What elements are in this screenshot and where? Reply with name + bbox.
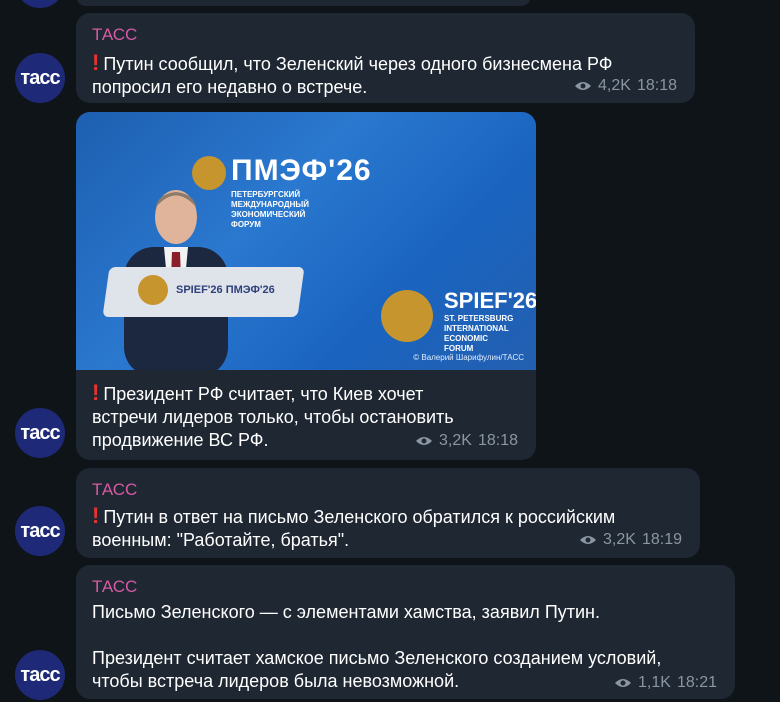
exclamation-icon: ! — [92, 380, 100, 405]
message-text: ! Путин в ответ на письмо Зеленского обра… — [92, 504, 615, 552]
timestamp: 18:18 — [636, 77, 677, 94]
message-meta: 3,2K 18:19 — [579, 531, 682, 549]
message-bubble-2[interactable]: ПМЭФ'26 ПЕТЕРБУРГСКИЙ МЕЖДУНАРОДНЫЙ ЭКОН… — [76, 112, 536, 460]
message-text: Письмо Зеленского — с элементами хамства… — [92, 601, 661, 693]
message-bubble-4[interactable]: ТАСС Письмо Зеленского — с элементами ха… — [76, 565, 735, 699]
avatar-logo-text: тасс — [20, 66, 60, 89]
text-line: военным: "Работайте, братья". — [92, 530, 350, 550]
forum-emblem-icon — [381, 290, 433, 342]
eye-icon — [416, 437, 433, 445]
message-text: ! Путин сообщил, что Зеленский через одно… — [92, 51, 612, 99]
forum-logo-ru-sub: ПЕТЕРБУРГСКИЙ МЕЖДУНАРОДНЫЙ ЭКОНОМИЧЕСКИ… — [231, 190, 309, 229]
sender-name[interactable]: ТАСС — [92, 480, 137, 500]
photo-credit: © Валерий Шарифулин/ТАСС — [413, 353, 524, 362]
forum-logo-ru: ПМЭФ'26 — [231, 154, 372, 187]
text-line: чтобы встреча лидеров была невозможной. — [92, 671, 460, 691]
timestamp: 18:21 — [676, 674, 717, 691]
sender-name[interactable]: ТАСС — [92, 25, 137, 45]
view-count: 4,2K — [598, 77, 631, 94]
message-bubble-3[interactable]: ТАСС ! Путин в ответ на письмо Зеленского… — [76, 468, 700, 558]
text-line: встречи лидеров только, чтобы остановить — [92, 407, 454, 427]
exclamation-icon: ! — [92, 503, 100, 528]
text-line: Путин сообщил, что Зеленский через одног… — [103, 54, 613, 74]
avatar-logo-text: тасс — [20, 421, 60, 444]
channel-avatar[interactable]: тасс — [15, 506, 65, 556]
text-line: продвижение ВС РФ. — [92, 430, 269, 450]
forum-logo-en: SPIEF'26 — [444, 288, 536, 313]
eye-icon — [580, 536, 597, 544]
message-text: ! Президент РФ считает, что Киев хочет вс… — [92, 381, 454, 452]
view-count: 3,2K — [439, 432, 472, 449]
eye-icon — [615, 679, 632, 687]
message-photo[interactable]: ПМЭФ'26 ПЕТЕРБУРГСКИЙ МЕЖДУНАРОДНЫЙ ЭКОН… — [76, 112, 536, 370]
message-meta: 3,2K 18:18 — [415, 432, 518, 450]
forum-logo-en-sub: ST. PETERSBURG INTERNATIONAL ECONOMIC FO… — [444, 314, 514, 353]
eye-icon — [575, 82, 592, 90]
view-count: 1,1K — [638, 674, 671, 691]
exclamation-icon: ! — [92, 50, 100, 75]
channel-avatar[interactable]: тасс — [15, 408, 65, 458]
message-bubble-partial — [76, 0, 531, 6]
speaker-figure — [124, 190, 228, 370]
text-line: попросил его недавно о встрече. — [92, 77, 368, 97]
timestamp: 18:18 — [477, 432, 518, 449]
message-meta: 4,2K 18:18 — [574, 77, 677, 95]
timestamp: 18:19 — [641, 531, 682, 548]
avatar-logo-text: тасс — [20, 519, 60, 542]
text-line: Президент считает хамское письмо Зеленск… — [92, 648, 662, 668]
message-meta: 1,1K 18:21 — [614, 674, 717, 692]
message-bubble-1[interactable]: ТАСС ! Путин сообщил, что Зеленский через… — [76, 13, 695, 103]
channel-avatar[interactable]: тасс — [15, 53, 65, 103]
forum-emblem-icon — [138, 275, 168, 305]
view-count: 3,2K — [603, 531, 636, 548]
podium-label: SPIEF'26 ПМЭФ'26 — [176, 284, 275, 296]
text-line: Путин в ответ на письмо Зеленского обрат… — [103, 507, 616, 527]
channel-avatar[interactable]: тасс — [15, 650, 65, 700]
sender-name[interactable]: ТАСС — [92, 577, 137, 597]
text-line: Президент РФ считает, что Киев хочет — [103, 384, 424, 404]
avatar-partial[interactable] — [15, 0, 65, 8]
text-line: Письмо Зеленского — с элементами хамства… — [92, 602, 600, 622]
avatar-logo-text: тасс — [20, 663, 60, 686]
